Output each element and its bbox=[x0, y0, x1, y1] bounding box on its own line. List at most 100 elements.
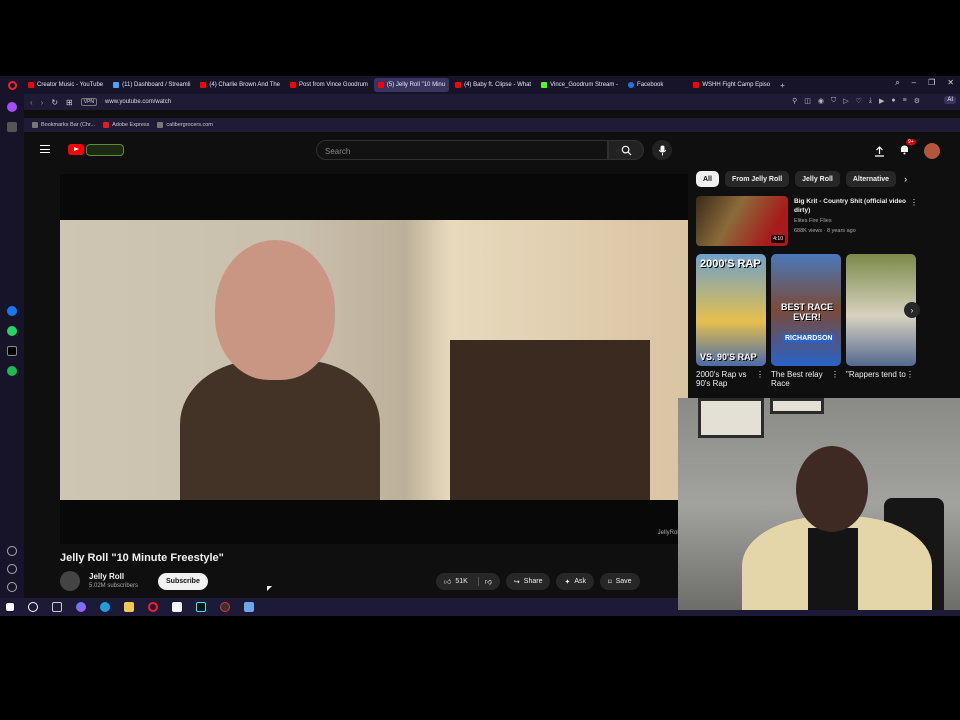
bookmark-item[interactable]: Adobe Express bbox=[103, 122, 149, 128]
youtube-favicon-icon bbox=[290, 82, 296, 88]
subscribe-button[interactable]: Subscribe bbox=[158, 573, 208, 590]
short-title[interactable]: "Rappers tend to bbox=[846, 370, 906, 379]
shorts-next-icon[interactable]: › bbox=[904, 302, 920, 318]
close-icon[interactable]: ✕ bbox=[947, 78, 954, 88]
forward-icon[interactable]: › bbox=[41, 98, 44, 107]
history-icon[interactable] bbox=[7, 564, 17, 574]
menu-icon[interactable]: ≡ bbox=[903, 97, 907, 105]
search-input[interactable] bbox=[317, 142, 607, 161]
messenger-icon[interactable] bbox=[7, 306, 17, 316]
tab-facebook[interactable]: Facebook bbox=[624, 78, 667, 92]
short-item[interactable]: 2000'S RAP VS. 90'S RAP bbox=[696, 254, 766, 366]
youtube-favicon-icon bbox=[455, 82, 462, 88]
more-options-icon[interactable]: ⋮ bbox=[831, 370, 839, 379]
url-field[interactable]: www.youtube.com/watch bbox=[105, 99, 171, 105]
streamer-head bbox=[796, 446, 868, 532]
download-icon[interactable]: ⤓ bbox=[869, 97, 872, 105]
tiktok-icon[interactable] bbox=[196, 602, 206, 612]
chip-alternative[interactable]: Alternative bbox=[845, 171, 897, 187]
short-title[interactable]: 2000's Rap vs 90's Rap bbox=[696, 370, 756, 388]
video-title: Jelly Roll "10 Minute Freestyle" bbox=[60, 552, 224, 564]
opera-logo[interactable] bbox=[0, 80, 24, 90]
address-bar: ‹ › ↻ ⊞ VPN www.youtube.com/watch ⚲ ◫ ◉ … bbox=[24, 94, 960, 110]
favorite-heart-icon[interactable]: ♡ bbox=[856, 97, 862, 105]
search-button[interactable] bbox=[608, 140, 644, 160]
youtube-doodle-logo[interactable] bbox=[86, 144, 124, 156]
recommended-video[interactable]: 4:10 Big Krit - Country Shit (official v… bbox=[696, 196, 920, 246]
edge-icon[interactable] bbox=[100, 602, 110, 612]
upload-icon[interactable] bbox=[874, 145, 885, 157]
tab-baby-clipse[interactable]: (4) Baby ft. Clipse - What bbox=[451, 78, 535, 92]
opera-icon[interactable] bbox=[148, 602, 158, 612]
player-icon[interactable]: ▶ bbox=[879, 97, 884, 105]
speed-dial-icon[interactable]: ⊞ bbox=[66, 98, 73, 107]
x-twitter-icon[interactable] bbox=[7, 346, 17, 356]
tab-dashboard[interactable]: (11) Dashboard / Streamli bbox=[109, 78, 194, 92]
ai-button[interactable]: AI bbox=[944, 96, 956, 104]
recommended-meta: 688K views · 8 years ago bbox=[794, 228, 856, 234]
chevron-right-icon[interactable]: › bbox=[904, 174, 907, 184]
calendar-icon[interactable] bbox=[172, 602, 182, 612]
new-tab-button[interactable]: + bbox=[780, 81, 785, 90]
account-avatar[interactable] bbox=[924, 143, 940, 159]
youtube-logo-icon[interactable] bbox=[68, 144, 84, 155]
more-options-icon[interactable]: ⋮ bbox=[756, 370, 764, 379]
back-icon[interactable]: ‹ bbox=[30, 98, 33, 107]
spotify-icon[interactable] bbox=[7, 366, 17, 376]
file-explorer-icon[interactable] bbox=[124, 602, 134, 612]
maximize-icon[interactable]: ❐ bbox=[928, 78, 935, 88]
copilot-icon[interactable] bbox=[76, 602, 86, 612]
thumbs-down-icon[interactable]: 👎︎ bbox=[477, 577, 492, 586]
settings-icon[interactable] bbox=[7, 582, 17, 592]
tab-kick-stream[interactable]: Vince_Goodrum Stream - bbox=[537, 78, 622, 92]
chip-all[interactable]: All bbox=[696, 171, 719, 187]
shield-icon[interactable]: ⛉ bbox=[831, 97, 836, 105]
channel-avatar[interactable] bbox=[60, 571, 80, 591]
bookmark-item[interactable]: Bookmarks Bar (Chr... bbox=[32, 122, 95, 128]
task-view-icon[interactable] bbox=[52, 602, 62, 612]
more-options-icon[interactable]: ⋮ bbox=[906, 370, 914, 379]
screen-frame: Creator Music - YouTube (11) Dashboard /… bbox=[0, 76, 960, 616]
bookmark-item[interactable]: calibergrocers.com bbox=[157, 122, 213, 128]
snapshot-icon[interactable]: ◫ bbox=[804, 97, 811, 105]
vpn-badge[interactable]: VPN bbox=[80, 98, 98, 106]
search-icon[interactable] bbox=[28, 602, 38, 612]
tab-wshh[interactable]: WSHH Fight Camp Episo bbox=[689, 78, 774, 92]
search-tabs-icon[interactable]: ⌕ bbox=[895, 78, 899, 88]
voice-search-button[interactable] bbox=[652, 140, 672, 160]
lens-icon[interactable]: ⚲ bbox=[792, 97, 797, 105]
notifications-button[interactable]: 9+ bbox=[899, 139, 916, 160]
video-player[interactable]: JellyRoll bbox=[60, 174, 688, 544]
whatsapp-icon[interactable] bbox=[7, 326, 17, 336]
menu-hamburger-icon[interactable] bbox=[40, 145, 50, 153]
tab-creator-music[interactable]: Creator Music - YouTube bbox=[24, 78, 107, 92]
play-icon[interactable]: ▷ bbox=[843, 97, 848, 105]
search-box bbox=[316, 140, 608, 161]
minimize-icon[interactable]: – bbox=[912, 78, 916, 88]
tab-post-vince[interactable]: Post from Vince Goodrum bbox=[286, 78, 372, 92]
chip-jelly-roll[interactable]: Jelly Roll bbox=[795, 171, 840, 187]
short-title[interactable]: The Best relay Race bbox=[771, 370, 831, 388]
ask-button[interactable]: ✦ Ask bbox=[556, 573, 595, 590]
camera-icon[interactable]: ◉ bbox=[818, 97, 824, 105]
chip-from-jelly-roll[interactable]: From Jelly Roll bbox=[724, 171, 790, 187]
profile-icon[interactable]: ● bbox=[891, 97, 895, 105]
app-icon[interactable] bbox=[244, 602, 254, 612]
obs-icon[interactable] bbox=[220, 602, 230, 612]
home-icon[interactable] bbox=[7, 122, 17, 132]
channel-name[interactable]: Jelly Roll bbox=[89, 572, 124, 581]
save-button[interactable]: ⌑ Save bbox=[600, 573, 640, 590]
short-item[interactable]: BEST RACE EVER! RICHARDSON bbox=[771, 254, 841, 366]
reload-icon[interactable]: ↻ bbox=[51, 98, 58, 107]
folder-icon bbox=[32, 122, 38, 128]
more-options-icon[interactable]: ⋮ bbox=[910, 198, 918, 207]
tab-jelly-roll[interactable]: (5) Jelly Roll "10 Minu bbox=[373, 78, 450, 92]
share-icon: ↪ bbox=[513, 578, 520, 586]
heart-icon[interactable] bbox=[7, 546, 17, 556]
aria-icon[interactable] bbox=[7, 102, 17, 112]
extensions-icon[interactable]: ⚙ bbox=[914, 97, 920, 105]
windows-start-icon[interactable] bbox=[6, 603, 14, 611]
tab-charlie-brown[interactable]: (4) Charlie Brown And The bbox=[196, 78, 284, 92]
like-button[interactable]: 👍︎ 51K 👎︎ bbox=[436, 573, 500, 590]
share-button[interactable]: ↪ Share bbox=[505, 573, 551, 590]
